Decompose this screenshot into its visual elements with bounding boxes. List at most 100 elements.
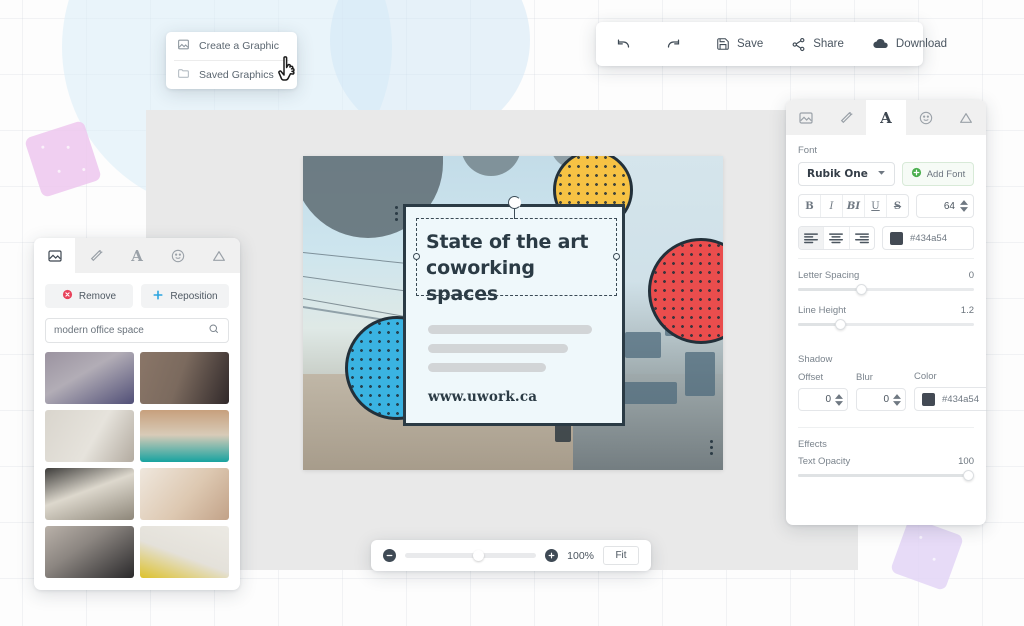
thumbnail-item[interactable] bbox=[45, 468, 134, 520]
save-label: Save bbox=[737, 38, 763, 50]
cloud-download-icon bbox=[872, 36, 889, 53]
font-style-row: B I BI U S 64 bbox=[798, 194, 974, 218]
zoom-slider[interactable] bbox=[405, 553, 536, 558]
canvas-url-text[interactable]: www.uwork.ca bbox=[428, 389, 537, 405]
shadow-blur-stepper[interactable]: 0 bbox=[856, 388, 906, 411]
thumbnail-item[interactable] bbox=[140, 352, 229, 404]
font-color-picker[interactable]: #434a54 bbox=[882, 226, 974, 250]
zoom-out-button[interactable] bbox=[383, 549, 396, 562]
text-opacity-knob[interactable] bbox=[963, 470, 974, 481]
save-button[interactable]: Save bbox=[702, 22, 777, 66]
thumbnail-item[interactable] bbox=[140, 526, 229, 578]
redo-button[interactable] bbox=[652, 22, 702, 66]
reposition-button[interactable]: Reposition bbox=[141, 284, 229, 308]
alignment-row: #434a54 bbox=[798, 226, 974, 250]
share-button[interactable]: Share bbox=[777, 22, 858, 66]
shadow-offset-stepper[interactable]: 0 bbox=[798, 388, 848, 411]
remove-button[interactable]: Remove bbox=[45, 284, 133, 308]
align-right-button[interactable] bbox=[850, 227, 874, 249]
tab-text[interactable]: A bbox=[116, 238, 157, 273]
stepper-arrows-icon[interactable] bbox=[835, 394, 843, 406]
align-left-button[interactable] bbox=[799, 227, 824, 249]
menu-item-label: Saved Graphics bbox=[199, 69, 274, 81]
font-color-swatch[interactable] bbox=[890, 232, 903, 245]
search-icon[interactable] bbox=[208, 322, 220, 340]
tab-text[interactable]: A bbox=[866, 100, 906, 135]
remove-label: Remove bbox=[79, 291, 116, 302]
shadow-blur-value[interactable]: 0 bbox=[857, 394, 893, 405]
align-center-button[interactable] bbox=[824, 227, 849, 249]
text-panel-tabs: A bbox=[786, 100, 986, 135]
bold-italic-button[interactable]: BI bbox=[843, 195, 865, 217]
thumbnail-item[interactable] bbox=[140, 410, 229, 462]
undo-button[interactable] bbox=[596, 22, 652, 66]
tab-effects[interactable] bbox=[75, 238, 116, 273]
letter-spacing-slider[interactable] bbox=[798, 288, 974, 291]
image-panel-body: Remove Reposition bbox=[34, 273, 240, 578]
thumbnail-item[interactable] bbox=[45, 410, 134, 462]
design-canvas[interactable]: State of the art coworking spaces www.uw… bbox=[303, 156, 723, 470]
font-size-value[interactable]: 64 bbox=[917, 201, 960, 212]
image-thumbnail-grid bbox=[45, 352, 229, 578]
card-grip-right[interactable] bbox=[710, 440, 713, 458]
thumbnail-item[interactable] bbox=[45, 526, 134, 578]
image-search[interactable] bbox=[45, 318, 229, 343]
share-nodes-icon bbox=[791, 37, 806, 52]
shadow-color-swatch[interactable] bbox=[922, 393, 935, 406]
italic-button[interactable]: I bbox=[821, 195, 843, 217]
tab-effects[interactable] bbox=[826, 100, 866, 135]
shadow-color-hex: #434a54 bbox=[942, 394, 979, 405]
font-family-select[interactable]: Rubik One bbox=[798, 162, 895, 186]
top-toolbar: Save Share Download bbox=[596, 22, 923, 66]
image-icon bbox=[177, 38, 190, 54]
menu-item-saved-graphics[interactable]: Saved Graphics bbox=[166, 61, 297, 89]
search-input[interactable] bbox=[54, 325, 208, 336]
line-height-knob[interactable] bbox=[835, 319, 846, 330]
stepper-arrows-icon[interactable] bbox=[960, 200, 968, 212]
card-grip-left[interactable] bbox=[395, 206, 398, 224]
plus-circle-icon bbox=[911, 167, 922, 181]
menu-item-create-a-graphic[interactable]: Create a Graphic bbox=[166, 32, 297, 60]
add-font-label: Add Font bbox=[927, 169, 966, 180]
image-panel: A bbox=[34, 238, 240, 590]
stepper-arrows-icon[interactable] bbox=[893, 394, 901, 406]
tab-image[interactable] bbox=[786, 100, 826, 135]
bold-button[interactable]: B bbox=[799, 195, 821, 217]
shadow-color-picker[interactable]: #434a54 bbox=[914, 387, 986, 411]
download-button[interactable]: Download bbox=[858, 22, 961, 66]
zoom-slider-knob[interactable] bbox=[473, 550, 484, 561]
tab-stickers[interactable] bbox=[158, 238, 199, 273]
zoom-in-button[interactable] bbox=[545, 549, 558, 562]
letter-spacing-knob[interactable] bbox=[856, 284, 867, 295]
letter-spacing-header: Letter Spacing 0 bbox=[798, 270, 974, 281]
shadow-offset-field: Offset 0 bbox=[798, 372, 848, 411]
tab-stickers[interactable] bbox=[906, 100, 946, 135]
shadow-offset-value[interactable]: 0 bbox=[799, 394, 835, 405]
thumbnail-item[interactable] bbox=[140, 468, 229, 520]
zoom-fit-button[interactable]: Fit bbox=[603, 546, 639, 565]
tab-image[interactable] bbox=[34, 238, 75, 273]
save-disk-icon bbox=[716, 37, 730, 51]
thumbnail-item[interactable] bbox=[45, 352, 134, 404]
rotate-handle-icon[interactable] bbox=[508, 196, 521, 209]
add-font-button[interactable]: Add Font bbox=[902, 162, 974, 186]
font-row: Rubik One Add Font bbox=[798, 162, 974, 186]
underline-button[interactable]: U bbox=[865, 195, 887, 217]
line-height-slider[interactable] bbox=[798, 323, 974, 326]
move-plus-icon bbox=[152, 289, 164, 304]
resize-handle-right[interactable] bbox=[613, 253, 620, 260]
folder-icon bbox=[177, 67, 190, 83]
tab-shapes[interactable] bbox=[946, 100, 986, 135]
line-height-label: Line Height bbox=[798, 305, 846, 316]
text-panel-body: Font Rubik One Add Font bbox=[786, 135, 986, 477]
download-label: Download bbox=[896, 38, 947, 50]
tab-shapes[interactable] bbox=[199, 238, 240, 273]
font-size-stepper[interactable]: 64 bbox=[916, 194, 974, 218]
shadow-controls: Offset 0 Blur 0 bbox=[798, 371, 974, 411]
text-selection-box[interactable] bbox=[416, 218, 617, 296]
text-opacity-slider[interactable] bbox=[798, 474, 974, 477]
chevron-down-icon bbox=[877, 168, 886, 180]
strikethrough-button[interactable]: S bbox=[887, 195, 908, 217]
image-panel-tabs: A bbox=[34, 238, 240, 273]
resize-handle-left[interactable] bbox=[413, 253, 420, 260]
